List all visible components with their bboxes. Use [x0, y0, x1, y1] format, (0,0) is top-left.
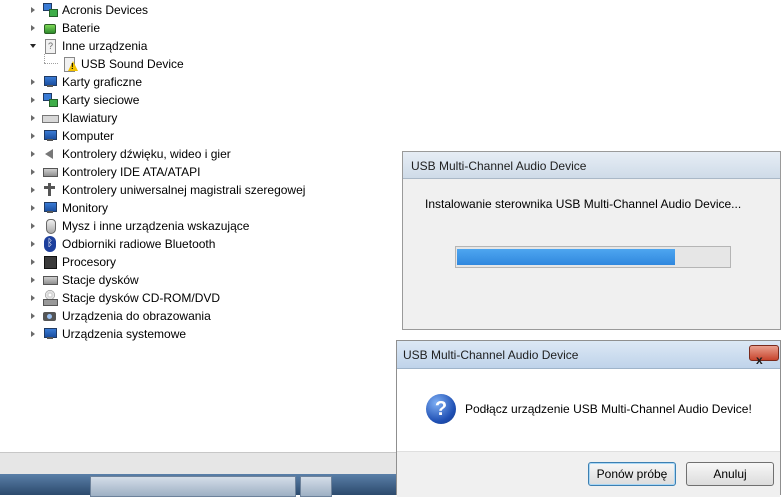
- expand-arrow-icon[interactable]: [28, 145, 38, 163]
- disk-drive-icon: [42, 272, 58, 288]
- tree-item-komputer[interactable]: Komputer: [28, 127, 114, 145]
- expand-arrow-icon[interactable]: [28, 235, 38, 253]
- battery-icon: [42, 20, 58, 36]
- speaker-icon: [42, 146, 58, 162]
- tree-item-label: Kontrolery dźwięku, wideo i gier: [62, 147, 231, 161]
- collapse-arrow-icon[interactable]: [28, 37, 38, 55]
- tree-item-systemowe[interactable]: Urządzenia systemowe: [28, 325, 186, 343]
- retry-button[interactable]: Ponów próbę: [588, 462, 676, 486]
- tree-item-label: Acronis Devices: [62, 3, 149, 17]
- question-icon: ?: [426, 394, 456, 424]
- ide-controller-icon: [42, 164, 58, 180]
- tree-item-kontrolery-ide[interactable]: Kontrolery IDE ATA/ATAPI: [28, 163, 201, 181]
- warning-device-icon: !: [61, 56, 78, 72]
- tree-item-label: Karty graficzne: [62, 75, 143, 89]
- tree-item-label: Inne urządzenia: [62, 39, 148, 53]
- tree-item-monitory[interactable]: Monitory: [28, 199, 108, 217]
- expand-arrow-icon[interactable]: [28, 163, 38, 181]
- progress-bar: [455, 246, 731, 268]
- tree-item-label: Komputer: [62, 129, 115, 143]
- tree-item-label: Stacje dysków CD-ROM/DVD: [62, 291, 221, 305]
- tree-item-acronis-devices[interactable]: Acronis Devices: [28, 1, 148, 19]
- tree-item-baterie[interactable]: Baterie: [28, 19, 100, 37]
- tree-item-label: Stacje dysków: [62, 273, 139, 287]
- tree-item-label: Kontrolery IDE ATA/ATAPI: [62, 165, 201, 179]
- tree-item-label: USB Sound Device: [81, 57, 184, 71]
- cancel-button[interactable]: Anuluj: [686, 462, 774, 486]
- expand-arrow-icon[interactable]: [28, 1, 38, 19]
- dialog-title: USB Multi-Channel Audio Device: [403, 348, 579, 362]
- tree-item-kontrolery-dzwieku[interactable]: Kontrolery dźwięku, wideo i gier: [28, 145, 231, 163]
- camera-icon: [42, 308, 58, 324]
- expand-arrow-icon[interactable]: [28, 91, 38, 109]
- tree-item-mysz[interactable]: Mysz i inne urządzenia wskazujące: [28, 217, 249, 235]
- tree-connector: [44, 54, 45, 63]
- tree-item-obrazowanie[interactable]: Urządzenia do obrazowania: [28, 307, 211, 325]
- computer-icon: [42, 128, 58, 144]
- dialog-titlebar[interactable]: USB Multi-Channel Audio Device x: [397, 341, 780, 369]
- tree-item-label: Kontrolery uniwersalnej magistrali szere…: [62, 183, 306, 197]
- tree-item-label: Klawiatury: [62, 111, 118, 125]
- monitor-icon: [42, 200, 58, 216]
- tree-item-karty-sieciowe[interactable]: Karty sieciowe: [28, 91, 139, 109]
- progress-bar-fill: [457, 249, 675, 265]
- cdrom-icon: [42, 290, 58, 306]
- bluetooth-icon: ᛒ: [42, 236, 58, 252]
- expand-arrow-icon[interactable]: [28, 307, 38, 325]
- tree-item-label: Monitory: [62, 201, 109, 215]
- expand-arrow-icon[interactable]: [28, 127, 38, 145]
- tree-item-label: Karty sieciowe: [62, 93, 140, 107]
- taskbar-button[interactable]: [90, 476, 296, 497]
- expand-arrow-icon[interactable]: [28, 289, 38, 307]
- expand-arrow-icon[interactable]: [28, 181, 38, 199]
- network-icon: [42, 2, 58, 18]
- tree-item-klawiatury[interactable]: Klawiatury: [28, 109, 117, 127]
- display-adapter-icon: [42, 74, 58, 90]
- taskbar-button[interactable]: [300, 476, 332, 497]
- close-button[interactable]: x: [749, 345, 779, 367]
- expand-arrow-icon[interactable]: [28, 217, 38, 235]
- expand-arrow-icon[interactable]: [28, 73, 38, 91]
- tree-item-kontrolery-usb[interactable]: Kontrolery uniwersalnej magistrali szere…: [28, 181, 305, 199]
- install-progress-dialog: USB Multi-Channel Audio Device Instalowa…: [402, 151, 781, 330]
- unknown-device-icon: ?: [42, 38, 58, 54]
- expand-arrow-icon[interactable]: [28, 199, 38, 217]
- tree-item-procesory[interactable]: Procesory: [28, 253, 116, 271]
- expand-arrow-icon[interactable]: [28, 109, 38, 127]
- dialog-titlebar[interactable]: USB Multi-Channel Audio Device: [403, 152, 780, 179]
- tree-item-label: Procesory: [62, 255, 117, 269]
- tree-item-label: Urządzenia systemowe: [62, 327, 187, 341]
- usb-icon: [42, 182, 58, 198]
- tree-item-usb-sound-device[interactable]: ! USB Sound Device: [61, 55, 184, 73]
- tree-item-label: Odbiorniki radiowe Bluetooth: [62, 237, 216, 251]
- tree-item-label: Baterie: [62, 21, 101, 35]
- expand-arrow-icon[interactable]: [28, 271, 38, 289]
- connect-device-dialog: USB Multi-Channel Audio Device x ? Podłą…: [396, 340, 781, 497]
- tree-item-stacje-dyskow[interactable]: Stacje dysków: [28, 271, 139, 289]
- tree-item-karty-graficzne[interactable]: Karty graficzne: [28, 73, 142, 91]
- expand-arrow-icon[interactable]: [28, 19, 38, 37]
- close-icon: x: [756, 353, 763, 367]
- mouse-icon: [42, 218, 58, 234]
- tree-item-bluetooth[interactable]: ᛒ Odbiorniki radiowe Bluetooth: [28, 235, 215, 253]
- expand-arrow-icon[interactable]: [28, 253, 38, 271]
- tree-connector: [44, 63, 58, 64]
- system-device-icon: [42, 326, 58, 342]
- tree-item-inne-urzadzenia[interactable]: ? Inne urządzenia: [28, 37, 147, 55]
- tree-item-label: Mysz i inne urządzenia wskazujące: [62, 219, 250, 233]
- tree-item-label: Urządzenia do obrazowania: [62, 309, 211, 323]
- expand-arrow-icon[interactable]: [28, 325, 38, 343]
- tree-item-cdrom[interactable]: Stacje dysków CD-ROM/DVD: [28, 289, 220, 307]
- processor-icon: [42, 254, 58, 270]
- dialog-title: USB Multi-Channel Audio Device: [411, 159, 587, 173]
- network-adapter-icon: [42, 92, 58, 108]
- dialog-footer: Ponów próbę Anuluj: [397, 451, 780, 497]
- dialog-message: Podłącz urządzenie USB Multi-Channel Aud…: [465, 402, 752, 416]
- install-status-text: Instalowanie sterownika USB Multi-Channe…: [425, 197, 742, 211]
- keyboard-icon: [42, 110, 59, 126]
